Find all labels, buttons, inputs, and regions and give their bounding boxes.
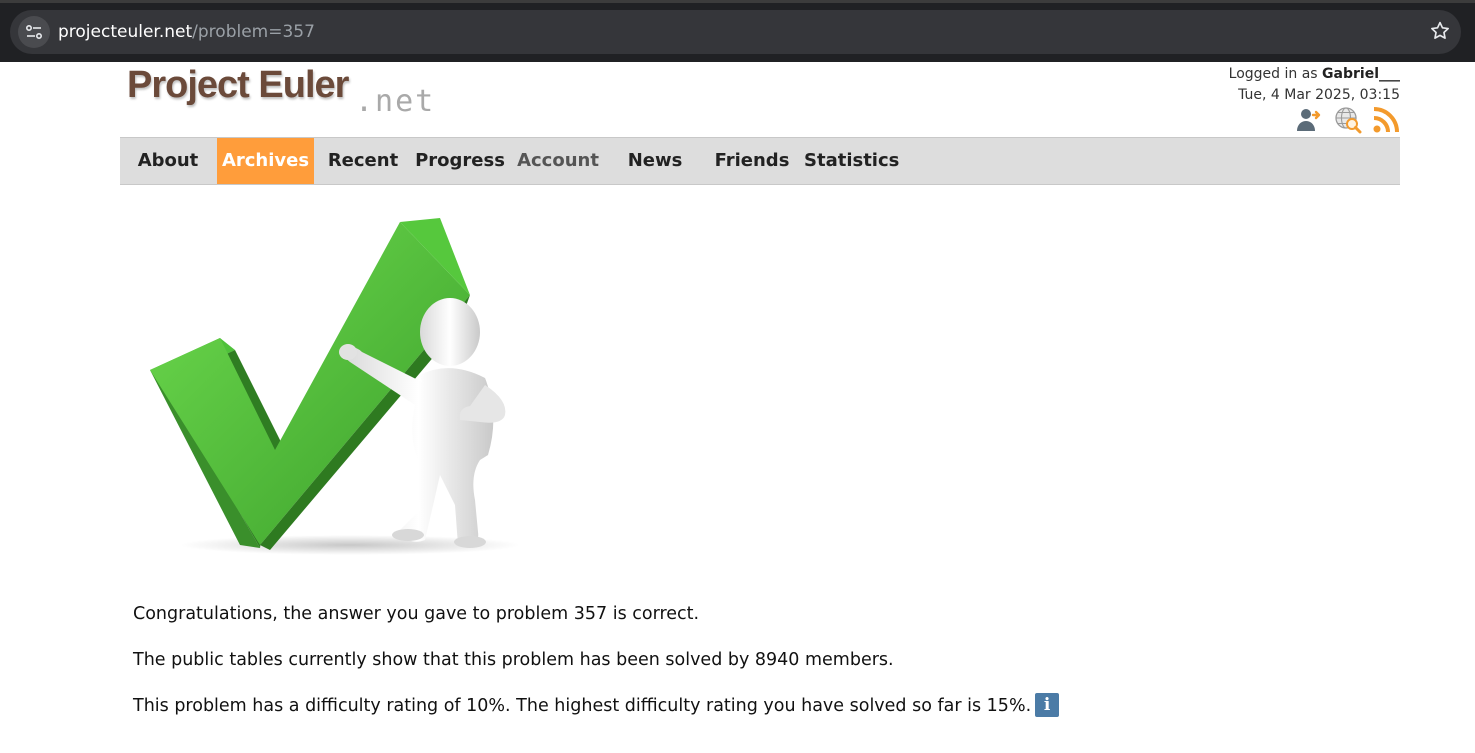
site-header: Project Euler .net Logged in as Gabriel_… <box>120 62 1400 137</box>
main-nav: About Archives Recent Progress Account N… <box>120 137 1400 185</box>
nav-friends[interactable]: Friends <box>712 138 792 184</box>
info-icon[interactable]: i <box>1035 693 1060 717</box>
bookmark-star-icon[interactable] <box>1429 20 1451 42</box>
browser-toolbar: projecteuler.net/problem=357 <box>0 0 1475 62</box>
nav-about[interactable]: About <box>128 138 208 184</box>
project-euler-logo[interactable]: Project Euler .net <box>127 64 447 124</box>
difficulty-message: This problem has a difficulty rating of … <box>133 693 1333 717</box>
url-text[interactable]: projecteuler.net/problem=357 <box>58 21 315 43</box>
search-globe-icon[interactable] <box>1334 106 1362 134</box>
nav-news[interactable]: News <box>617 138 693 184</box>
browser-tab-strip-edge <box>0 0 1475 3</box>
nav-progress[interactable]: Progress <box>413 138 507 184</box>
url-host: projecteuler.net <box>58 22 193 42</box>
site-info-icon[interactable] <box>18 16 50 48</box>
correct-answer-message: Congratulations, the answer you gave to … <box>133 604 700 624</box>
result-messages: Congratulations, the answer you gave to … <box>133 603 1333 717</box>
solved-count-message: The public tables currently show that th… <box>133 649 894 670</box>
username[interactable]: Gabriel___ <box>1322 66 1400 82</box>
nav-recent[interactable]: Recent <box>322 138 404 184</box>
checkmark-figure-image <box>150 218 520 555</box>
user-info: Logged in as Gabriel___ Tue, 4 Mar 2025,… <box>1229 64 1400 106</box>
account-switch-icon[interactable] <box>1296 106 1324 134</box>
nav-statistics[interactable]: Statistics <box>804 138 899 184</box>
difficulty-text: This problem has a difficulty rating of … <box>133 696 1032 716</box>
header-icons <box>1296 106 1400 134</box>
logged-in-prefix: Logged in as <box>1228 66 1323 82</box>
logged-in-line: Logged in as Gabriel___ <box>1229 64 1400 85</box>
logo-title: Project Euler <box>127 64 349 106</box>
address-bar[interactable]: projecteuler.net/problem=357 <box>10 10 1461 54</box>
current-datetime: Tue, 4 Mar 2025, 03:15 <box>1238 87 1400 103</box>
logo-net: .net <box>355 84 436 119</box>
nav-account[interactable]: Account <box>514 138 602 184</box>
nav-archives[interactable]: Archives <box>217 138 314 184</box>
url-path: /problem=357 <box>192 22 315 42</box>
rss-feed-icon[interactable] <box>1372 106 1400 134</box>
